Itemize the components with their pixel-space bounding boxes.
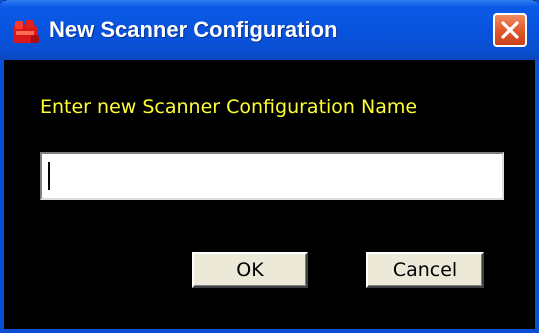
dialog-window: New Scanner Configuration Enter new Scan… [0, 0, 539, 333]
configuration-name-input[interactable] [40, 152, 504, 200]
close-button[interactable] [493, 13, 527, 47]
title-bar[interactable]: New Scanner Configuration [0, 0, 539, 60]
prompt-label: Enter new Scanner Configuration Name [40, 96, 418, 118]
window-title: New Scanner Configuration [49, 17, 338, 42]
text-caret [48, 162, 50, 190]
close-icon [501, 21, 519, 39]
ok-button[interactable]: OK [192, 252, 308, 288]
app-icon [11, 19, 41, 45]
cancel-button[interactable]: Cancel [366, 252, 484, 288]
